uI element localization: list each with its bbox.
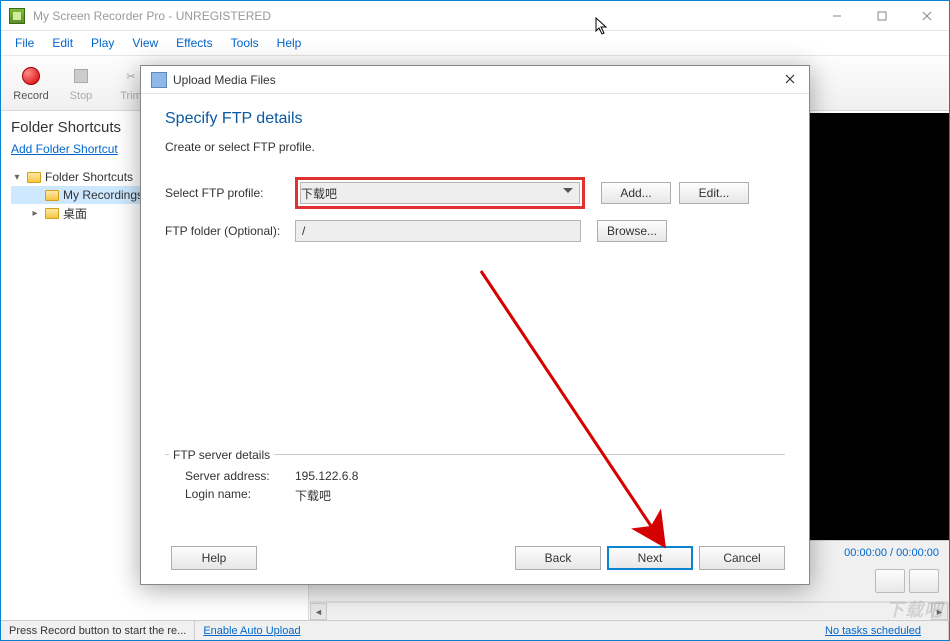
stop-label: Stop [70,90,93,102]
dialog-title: Upload Media Files [173,73,775,87]
main-window: My Screen Recorder Pro - UNREGISTERED Fi… [0,0,950,641]
window-title: My Screen Recorder Pro - UNREGISTERED [33,9,814,23]
back-button[interactable]: Back [515,546,601,570]
ftp-profile-value: 下载吧 [301,185,337,202]
ftp-folder-input[interactable]: / [295,220,581,242]
horizontal-scrollbar[interactable]: ◄ ► [310,602,948,619]
scroll-right-icon[interactable]: ► [931,603,948,620]
dialog-close-button[interactable] [775,71,805,89]
time-current: 00:00:00 [844,547,887,559]
menu-play[interactable]: Play [83,34,122,52]
stop-button[interactable]: Stop [57,64,105,102]
folder-label: FTP folder (Optional): [165,224,295,238]
dialog-titlebar: Upload Media Files [141,66,809,94]
group-legend: FTP server details [169,448,274,462]
stop-icon [74,69,88,83]
login-name-value: 下载吧 [295,487,331,504]
folder-icon [27,172,41,183]
profile-label: Select FTP profile: [165,186,295,200]
add-folder-shortcut-link[interactable]: Add Folder Shortcut [11,142,118,156]
dialog-subheading: Create or select FTP profile. [165,140,785,154]
edit-profile-button[interactable]: Edit... [679,182,749,204]
record-label: Record [13,90,48,102]
time-display: 00:00:00 / 00:00:00 [844,547,939,559]
expand-icon[interactable]: ▸ [29,208,41,219]
folder-icon [45,208,59,219]
tree-item-label: 桌面 [63,205,87,222]
no-tasks-link[interactable]: No tasks scheduled [817,625,929,637]
scroll-left-icon[interactable]: ◄ [310,603,327,620]
ftp-folder-value: / [302,224,305,238]
browse-button[interactable]: Browse... [597,220,667,242]
login-name-label: Login name: [185,487,295,504]
ftp-server-details-group: FTP server details Server address: 195.1… [165,440,785,514]
server-address-value: 195.122.6.8 [295,469,358,483]
menu-file[interactable]: File [7,34,42,52]
chevron-down-icon [563,188,573,198]
tree-root-label: Folder Shortcuts [45,170,133,184]
ftp-profile-select[interactable]: 下载吧 [300,182,580,204]
status-grip [929,621,949,640]
menu-help[interactable]: Help [269,34,310,52]
menu-view[interactable]: View [124,34,166,52]
collapse-icon[interactable]: ▾ [11,172,23,183]
settings-button[interactable] [909,569,939,593]
server-address-label: Server address: [185,469,295,483]
tree-item-label: My Recordings [63,188,143,202]
help-button[interactable]: Help [171,546,257,570]
statusbar: Press Record button to start the re... E… [1,620,949,640]
profile-highlight: 下载吧 [295,177,585,209]
app-icon [9,8,25,24]
menu-edit[interactable]: Edit [44,34,81,52]
dialog-icon [151,72,167,88]
menu-effects[interactable]: Effects [168,34,220,52]
maximize-button[interactable] [859,1,904,30]
folder-icon [45,190,59,201]
record-icon [22,67,40,85]
next-button[interactable]: Next [607,546,693,570]
time-total: 00:00:00 [896,547,939,559]
record-button[interactable]: Record [7,64,55,102]
menu-tools[interactable]: Tools [223,34,267,52]
minimize-button[interactable] [814,1,859,30]
add-profile-button[interactable]: Add... [601,182,671,204]
close-button[interactable] [904,1,949,30]
trim-label: Trim [120,90,142,102]
enable-auto-upload-link[interactable]: Enable Auto Upload [195,625,308,637]
titlebar: My Screen Recorder Pro - UNREGISTERED [1,1,949,31]
status-hint: Press Record button to start the re... [1,621,195,640]
menubar: File Edit Play View Effects Tools Help [1,31,949,55]
upload-media-dialog: Upload Media Files Specify FTP details C… [140,65,810,585]
dialog-heading: Specify FTP details [165,110,785,128]
close-icon [785,74,795,84]
cancel-button[interactable]: Cancel [699,546,785,570]
fullscreen-button[interactable] [875,569,905,593]
